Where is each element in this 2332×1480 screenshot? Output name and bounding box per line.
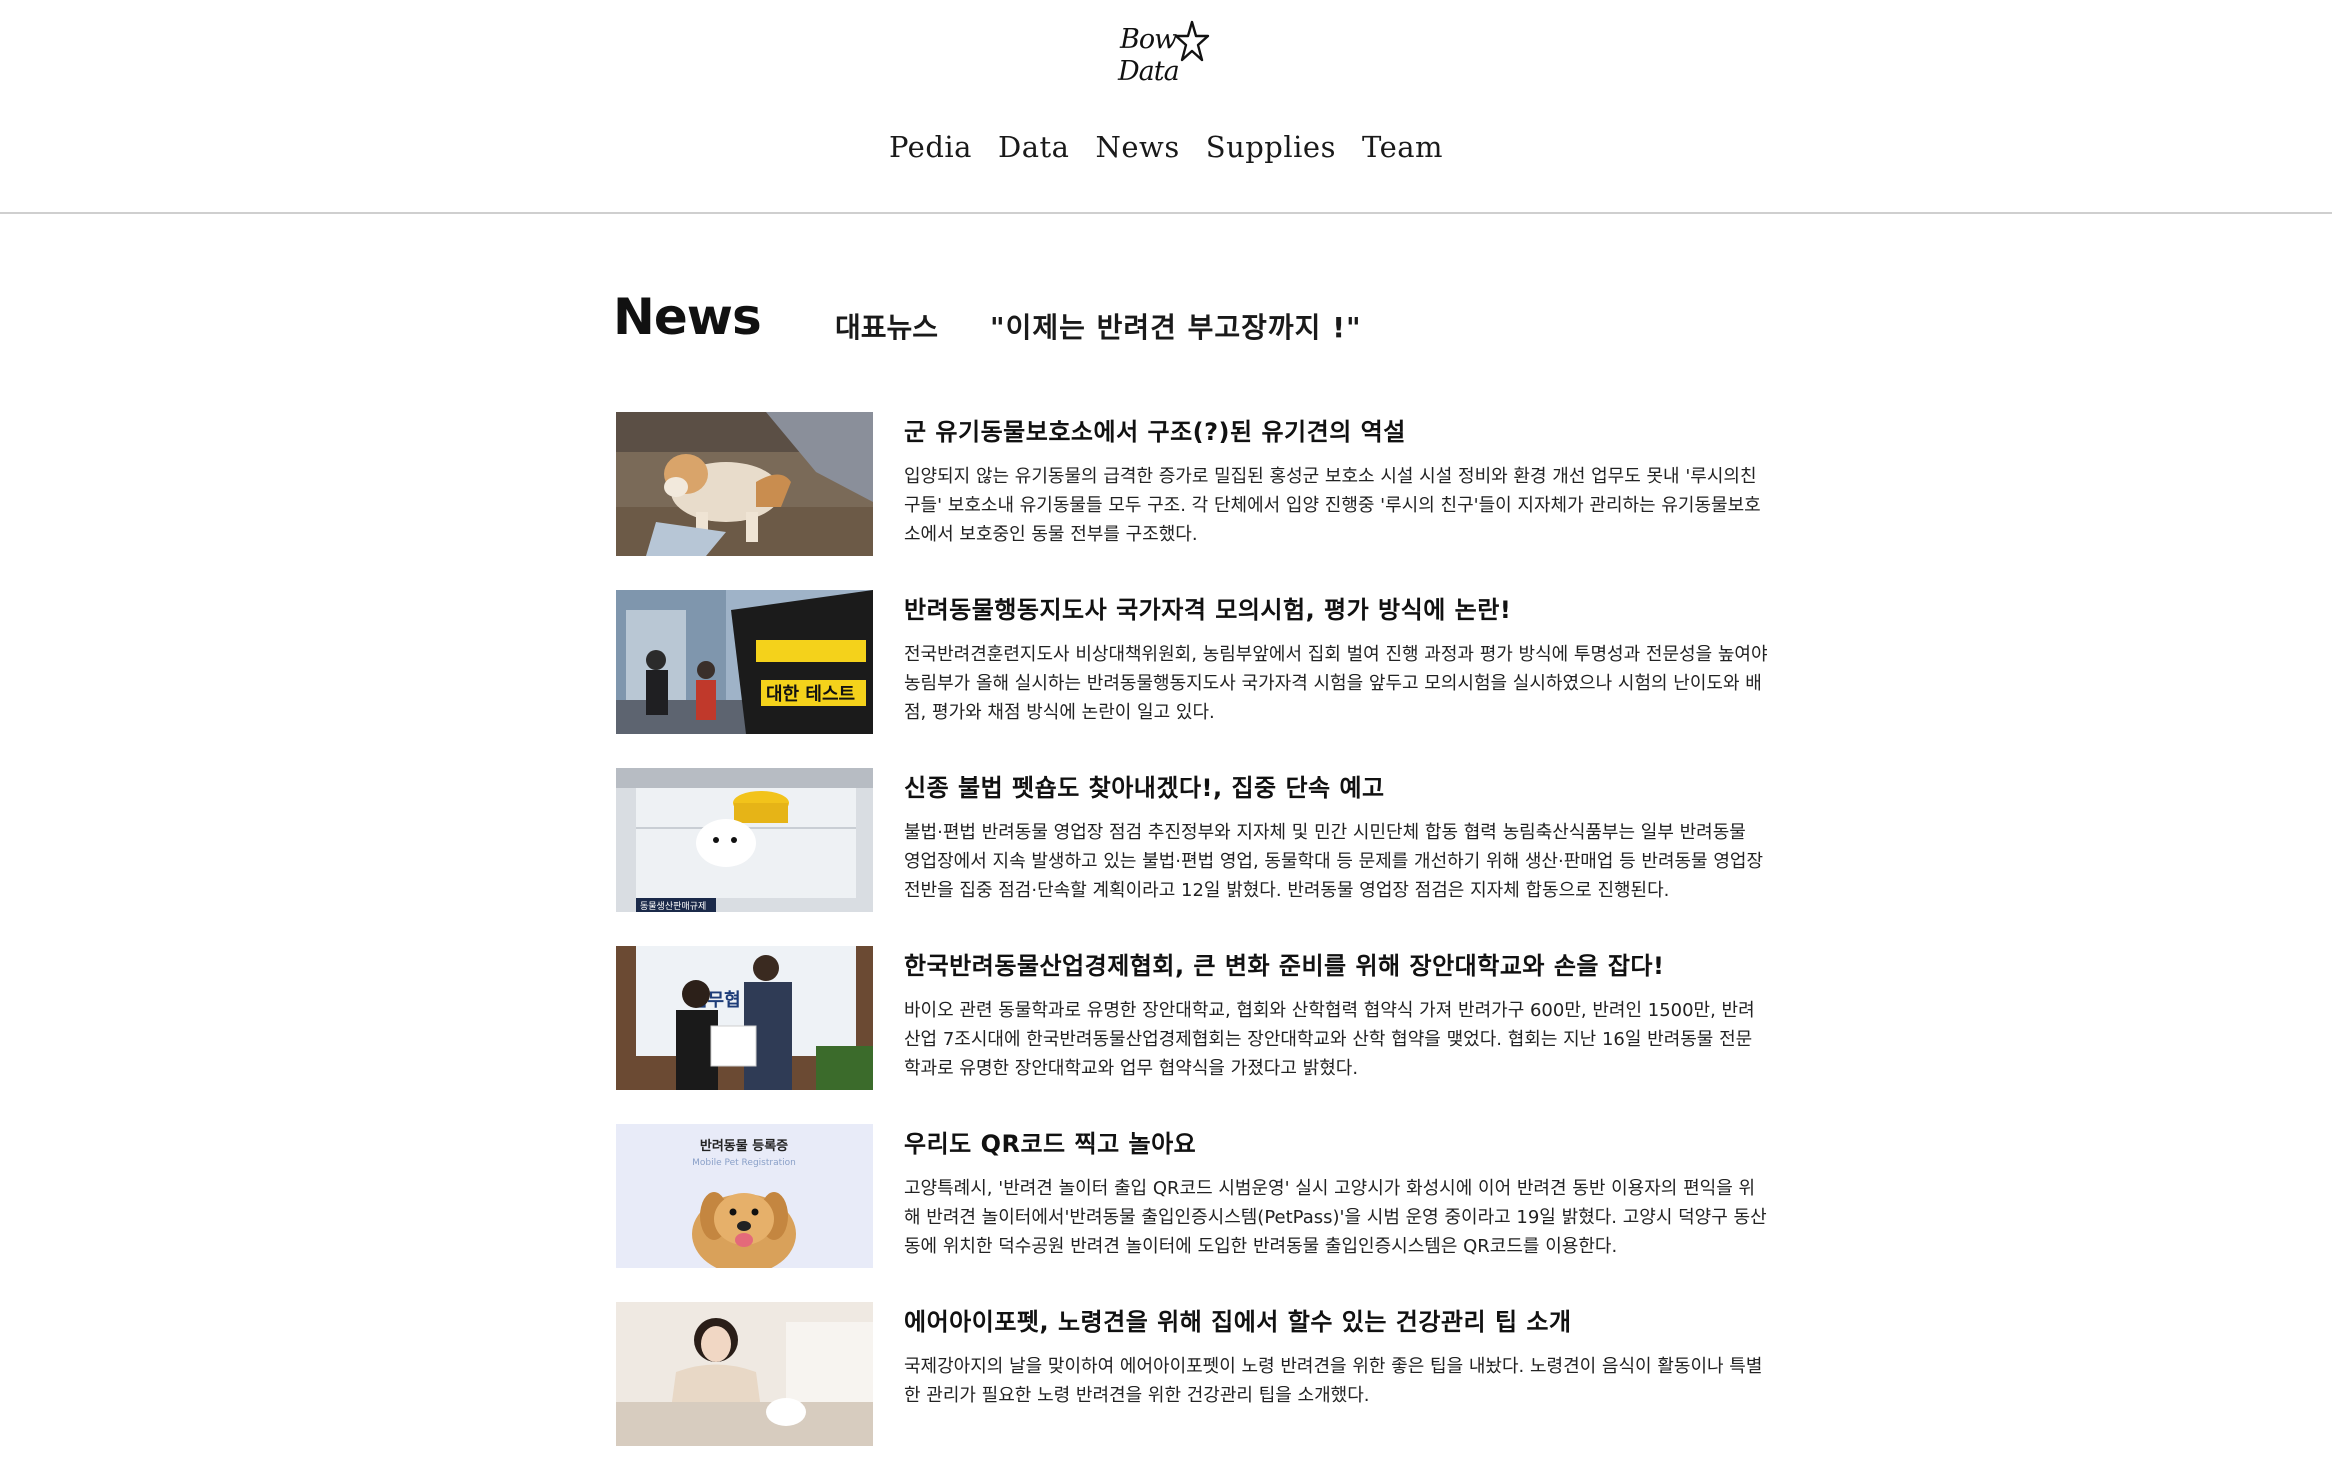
nav-pedia[interactable]: Pedia <box>889 130 972 164</box>
star-icon <box>1174 20 1210 62</box>
protest-sign-text: 대한 테스트 <box>766 684 855 705</box>
featured-news-label: 대표뉴스 <box>835 311 939 344</box>
news-title[interactable]: 우리도 QR코드 찍고 놀아요 <box>904 1124 1768 1159</box>
news-thumbnail[interactable] <box>616 412 873 556</box>
news-title[interactable]: 신종 불법 펫숍도 찾아내겠다!, 집중 단속 예고 <box>904 768 1768 803</box>
news-item[interactable]: 에어아이포펫, 노령견을 위해 집에서 할수 있는 건강관리 팁 소개 국제강아… <box>616 1302 1768 1480</box>
featured-news-headline[interactable]: "이제는 반려견 부고장까지 !" <box>990 306 1362 346</box>
news-summary: 바이오 관련 동물학과로 유명한 장안대학교, 협회와 산학협력 협약식 가져 … <box>904 1000 1755 1079</box>
news-thumbnail[interactable] <box>616 1302 873 1446</box>
news-summary: 입양되지 않는 유기동물의 급격한 증가로 밀집된 홍성군 보호소 시설 시설 … <box>904 466 1761 545</box>
news-title[interactable]: 에어아이포펫, 노령견을 위해 집에서 할수 있는 건강관리 팁 소개 <box>904 1302 1768 1337</box>
news-item[interactable]: 대한 테스트 반려동물행동지도사 국가자격 모의시험, 평가 방식에 논란! 전… <box>616 590 1768 768</box>
news-summary: 불법·편법 반려동물 영업장 점검 추진정부와 지자체 및 민간 시민단체 합동… <box>904 822 1764 901</box>
nav-news[interactable]: News <box>1095 130 1179 164</box>
news-item[interactable]: 동물생산판매규제 신종 불법 펫숍도 찾아내겠다!, 집중 단속 예고 불법·편… <box>616 768 1768 946</box>
nav-data[interactable]: Data <box>998 130 1069 164</box>
news-title[interactable]: 한국반려동물산업경제협회, 큰 변화 준비를 위해 장안대학교와 손을 잡다! <box>904 946 1768 981</box>
news-title[interactable]: 군 유기동물보호소에서 구조(?)된 유기견의 역설 <box>904 412 1768 447</box>
registration-sub-text: Mobile Pet Registration <box>692 1158 796 1168</box>
news-item[interactable]: 군 유기동물보호소에서 구조(?)된 유기견의 역설 입양되지 않는 유기동물의… <box>616 412 1768 590</box>
main-nav: Pedia Data News Supplies Team <box>0 130 2332 164</box>
news-item[interactable]: 업무협 한국반려동물산업경제협회, 큰 변화 준비를 위해 장안대학교와 손을 … <box>616 946 1768 1124</box>
news-title[interactable]: 반려동물행동지도사 국가자격 모의시험, 평가 방식에 논란! <box>904 590 1768 625</box>
news-thumbnail[interactable]: 동물생산판매규제 <box>616 768 873 912</box>
site-header: Bow Data Pedia Data News Supplies Team <box>0 0 2332 214</box>
registration-title-text: 반려동물 등록증 <box>700 1138 788 1154</box>
nav-supplies[interactable]: Supplies <box>1206 130 1336 164</box>
news-thumbnail[interactable]: 반려동물 등록증 Mobile Pet Registration <box>616 1124 873 1268</box>
bowdata-logo[interactable]: Bow Data <box>1116 20 1212 90</box>
store-sign-text: 동물생산판매규제 <box>640 901 706 912</box>
news-summary: 고양특례시, '반려견 놀이터 출입 QR코드 시범운영' 실시 고양시가 화성… <box>904 1178 1767 1257</box>
news-list: 군 유기동물보호소에서 구조(?)된 유기견의 역설 입양되지 않는 유기동물의… <box>616 412 1768 1480</box>
nav-team[interactable]: Team <box>1362 130 1443 164</box>
logo-text-line1: Bow <box>1120 24 1177 55</box>
news-thumbnail[interactable]: 대한 테스트 <box>616 590 873 734</box>
news-summary: 국제강아지의 날을 맞이하여 에어아이포펫이 노령 반려견을 위한 좋은 팁을 … <box>904 1356 1763 1406</box>
news-thumbnail[interactable]: 업무협 <box>616 946 873 1090</box>
logo-text-line2: Data <box>1118 56 1180 87</box>
news-item[interactable]: 반려동물 등록증 Mobile Pet Registration 우리도 QR코… <box>616 1124 1768 1302</box>
page-title: News <box>613 288 762 346</box>
news-summary: 전국반려견훈련지도사 비상대책위원회, 농림부앞에서 집회 벌여 진행 과정과 … <box>904 644 1768 723</box>
